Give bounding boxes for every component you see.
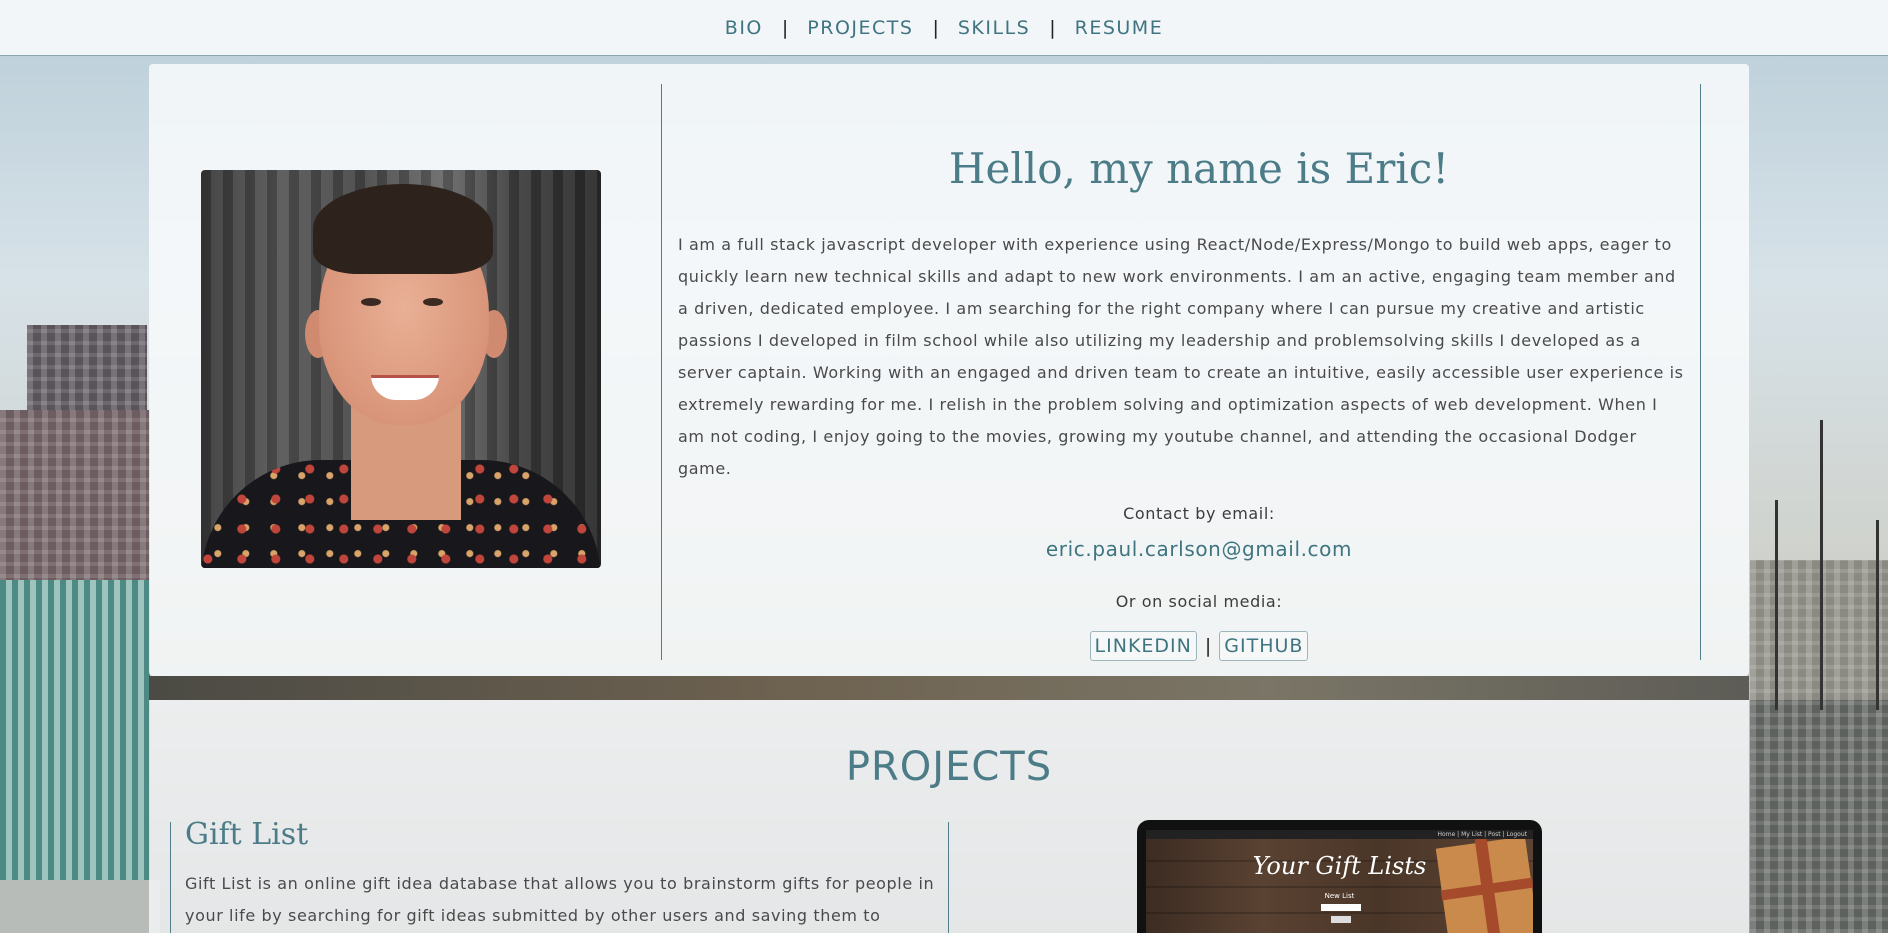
preview-sub-label: New List — [1324, 892, 1355, 900]
bio-divider-left — [661, 84, 662, 660]
project-title[interactable]: Gift List — [185, 817, 308, 852]
linkedin-button[interactable]: LINKEDIN — [1089, 631, 1197, 661]
nav-link-resume[interactable]: RESUME — [1075, 17, 1164, 39]
nav-link-skills[interactable]: SKILLS — [958, 17, 1030, 39]
social-label: Or on social media: — [1115, 592, 1283, 611]
project-description: Gift List is an online gift idea databas… — [185, 874, 935, 925]
preview-button — [1331, 916, 1351, 923]
nav-link-projects[interactable]: PROJECTS — [807, 17, 913, 39]
social-separator: | — [1204, 635, 1212, 657]
profile-photo — [201, 170, 601, 568]
contact-label: Contact by email: — [1123, 504, 1275, 523]
github-button[interactable]: GITHUB — [1219, 631, 1309, 661]
project-preview-image[interactable]: Home | My List | Post | Logout Your Gift… — [1137, 820, 1542, 933]
preview-nav-bar: Home | My List | Post | Logout — [1146, 830, 1533, 839]
top-navigation: BIO | PROJECTS | SKILLS | RESUME — [0, 0, 1888, 56]
photo-eye-right — [423, 298, 443, 306]
nav-separator: | — [781, 16, 789, 39]
projects-heading: PROJECTS — [845, 744, 1053, 790]
bio-title: Hello, my name is Eric! — [948, 144, 1450, 193]
nav-separator: | — [932, 16, 939, 39]
projects-section: PROJECTS Gift List Gift List is an onlin… — [149, 700, 1749, 933]
nav-link-bio[interactable]: BIO — [725, 17, 763, 39]
preview-heading: Your Gift Lists — [1252, 852, 1427, 880]
social-links: LINKEDIN | GITHUB — [679, 631, 1719, 661]
bio-paragraph: I am a full stack javascript developer w… — [678, 235, 1684, 478]
photo-hair — [313, 184, 493, 274]
photo-eye-left — [361, 298, 381, 306]
nav-separator: | — [1049, 16, 1056, 39]
email-link[interactable]: eric.paul.carlson@gmail.com — [679, 537, 1719, 561]
bio-section: Hello, my name is Eric! I am a full stac… — [149, 64, 1749, 676]
preview-screen: Home | My List | Post | Logout Your Gift… — [1146, 830, 1533, 933]
project-divider-left — [170, 822, 171, 933]
preview-input — [1321, 904, 1361, 911]
